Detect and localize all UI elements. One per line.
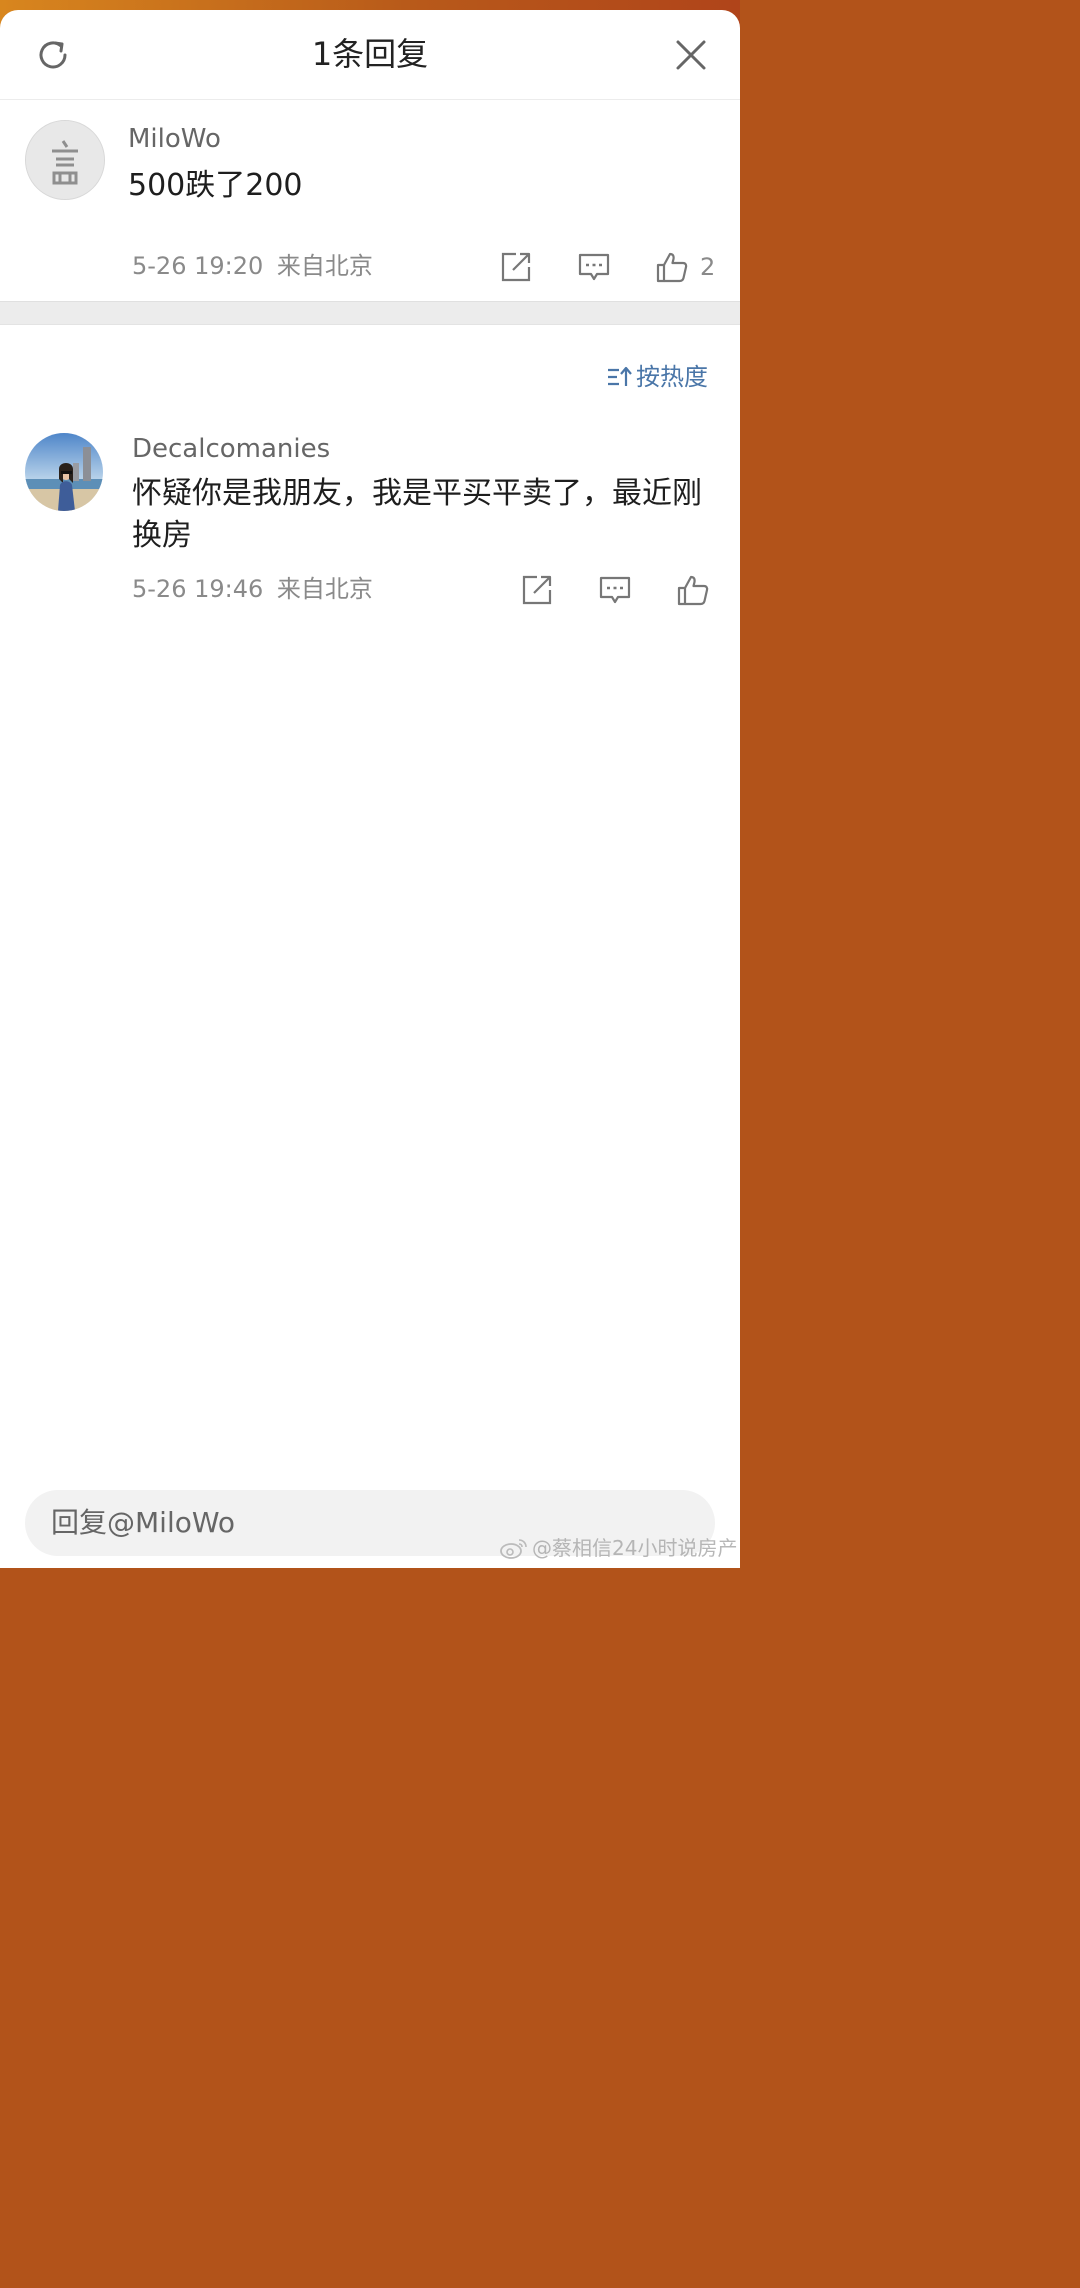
sheet-header: 1条回复 [0, 10, 740, 100]
close-icon[interactable] [672, 36, 710, 74]
section-divider [0, 301, 740, 325]
sort-icon [608, 366, 632, 386]
replies-sheet: 1条回复 MiloWo 500跌了200 5-26 19:20 来自北京 2 按… [0, 10, 740, 1568]
watermark-text: @蔡相信24小时说房产 [532, 1536, 738, 1560]
comment-icon[interactable] [577, 250, 611, 284]
share-icon[interactable] [520, 573, 554, 607]
sort-label: 按热度 [636, 363, 708, 391]
share-icon[interactable] [499, 250, 533, 284]
comment-username[interactable]: MiloWo [128, 122, 221, 156]
watermark: @蔡相信24小时说房产 [500, 1535, 737, 1561]
comment-icon[interactable] [598, 573, 632, 607]
reply-username[interactable]: Decalcomanies [132, 432, 330, 466]
avatar-image [26, 121, 104, 199]
like-count: 2 [700, 253, 716, 281]
comment-location: 来自北京 [276, 252, 373, 280]
weibo-logo-icon [500, 1539, 527, 1559]
sheet-title: 1条回复 [311, 35, 429, 73]
like-icon[interactable] [676, 573, 710, 607]
like-icon[interactable] [655, 250, 689, 284]
reply-content: 怀疑你是我朋友，我是平买平卖了，最近刚换房 [132, 476, 702, 553]
avatar[interactable] [25, 120, 105, 200]
reply-meta: 5-26 19:46 来自北京 [132, 573, 373, 605]
reply-time: 5-26 19:46 [132, 575, 264, 603]
avatar-image [25, 433, 103, 511]
reply-input-placeholder: 回复@MiloWo [51, 1506, 236, 1539]
comment-content: 500跌了200 [128, 168, 303, 203]
comment-time: 5-26 19:20 [132, 252, 264, 280]
reply-location: 来自北京 [276, 575, 373, 603]
sort-by-hot-button[interactable]: 按热度 [606, 361, 708, 393]
comment-meta: 5-26 19:20 来自北京 [132, 250, 373, 282]
avatar[interactable] [25, 433, 103, 511]
